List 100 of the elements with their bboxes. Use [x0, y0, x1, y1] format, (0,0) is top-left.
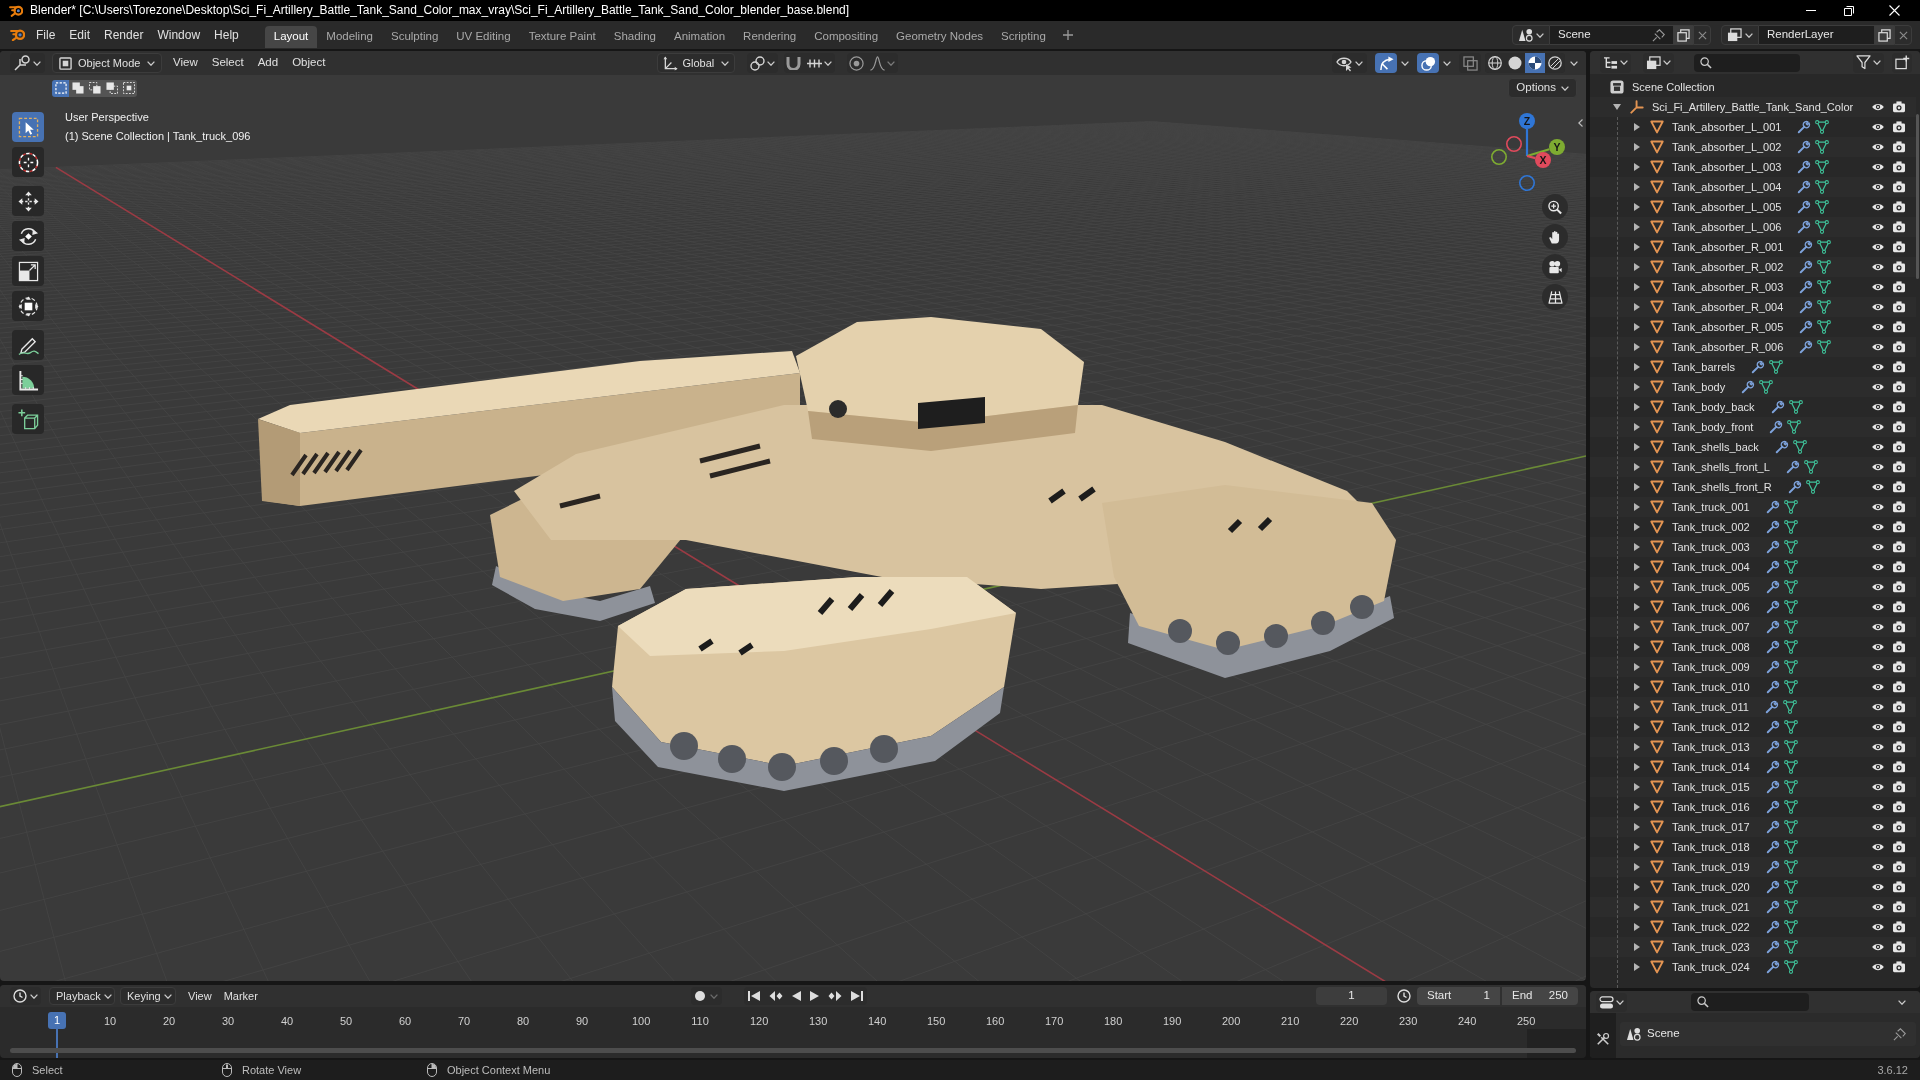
outliner-row[interactable]: Tank_body_front — [1590, 417, 1916, 437]
expand-arrow-icon[interactable] — [1634, 963, 1640, 971]
workspace-tab[interactable]: Shading — [604, 26, 665, 48]
eye-icon[interactable] — [1871, 462, 1885, 472]
view-layer-field[interactable]: RenderLayer — [1759, 25, 1874, 45]
outliner-row[interactable]: Tank_truck_015 — [1590, 777, 1916, 797]
eye-icon[interactable] — [1871, 862, 1885, 872]
expand-arrow-icon[interactable] — [1634, 243, 1640, 251]
mesh-vertices-icon[interactable] — [1817, 280, 1832, 294]
eye-icon[interactable] — [1871, 522, 1885, 532]
gizmos-button[interactable] — [1375, 53, 1397, 73]
wrench-icon[interactable] — [1774, 440, 1789, 454]
select-tool-button[interactable] — [12, 112, 44, 142]
search-field[interactable] — [1691, 993, 1809, 1011]
outliner-row[interactable]: Tank_absorber_L_002 — [1590, 137, 1916, 157]
expand-arrow-icon[interactable] — [1634, 763, 1640, 771]
close-icon[interactable] — [1889, 5, 1900, 16]
outliner-row[interactable]: Tank_truck_019 — [1590, 857, 1916, 877]
wrench-icon[interactable] — [1765, 660, 1780, 674]
wrench-icon[interactable] — [1765, 560, 1780, 574]
expand-arrow-icon[interactable] — [1634, 463, 1640, 471]
mesh-vertices-icon[interactable] — [1815, 180, 1830, 194]
wrench-icon[interactable] — [1765, 900, 1780, 914]
mesh-vertices-icon[interactable] — [1783, 660, 1798, 674]
camera-icon[interactable] — [1892, 681, 1906, 693]
camera-icon[interactable] — [1892, 721, 1906, 733]
wrench-icon[interactable] — [1785, 460, 1800, 474]
eye-icon[interactable] — [1871, 402, 1885, 412]
wrench-icon[interactable] — [1799, 320, 1814, 334]
shading-mode-button[interactable] — [1485, 53, 1505, 73]
mesh-vertices-icon[interactable] — [1769, 360, 1783, 374]
workspace-tab[interactable]: Modeling — [317, 26, 382, 48]
eye-icon[interactable] — [1871, 242, 1885, 252]
mesh-vertices-icon[interactable] — [1805, 480, 1820, 494]
filter-dropdown[interactable] — [1853, 52, 1884, 73]
menu-item[interactable]: File — [29, 25, 63, 45]
wrench-icon[interactable] — [1787, 480, 1802, 494]
wrench-icon[interactable] — [1765, 940, 1780, 954]
selection-mode-button[interactable] — [69, 79, 86, 97]
eye-icon[interactable] — [1871, 562, 1885, 572]
camera-icon[interactable] — [1892, 321, 1906, 333]
expand-arrow-icon[interactable] — [1634, 123, 1640, 131]
end-frame-field[interactable]: End 250 — [1502, 987, 1578, 1005]
menu-item[interactable]: Add — [250, 53, 286, 73]
eye-icon[interactable] — [1871, 762, 1885, 772]
timeline-scrollbar[interactable] — [10, 1048, 1576, 1053]
wrench-icon[interactable] — [1765, 840, 1780, 854]
eye-icon[interactable] — [1871, 662, 1885, 672]
expand-arrow-icon[interactable] — [1634, 783, 1640, 791]
mesh-vertices-icon[interactable] — [1783, 920, 1798, 934]
orientation-dropdown[interactable]: Global — [656, 53, 735, 73]
mesh-vertices-icon[interactable] — [1783, 500, 1798, 514]
eye-icon[interactable] — [1871, 262, 1885, 272]
mesh-vertices-icon[interactable] — [1783, 880, 1798, 894]
expand-arrow-icon[interactable] — [1634, 163, 1640, 171]
camera-icon[interactable] — [1892, 341, 1906, 353]
mesh-vertices-icon[interactable] — [1783, 760, 1798, 774]
camera-icon[interactable] — [1892, 521, 1906, 533]
camera-icon[interactable] — [1892, 441, 1906, 453]
workspace-tab[interactable]: Compositing — [805, 26, 888, 48]
view-layer-type-button[interactable] — [1721, 25, 1759, 45]
camera-icon[interactable] — [1892, 881, 1906, 893]
wrench-icon[interactable] — [1799, 240, 1814, 254]
camera-icon[interactable] — [1892, 701, 1906, 713]
mesh-vertices-icon[interactable] — [1759, 380, 1774, 394]
pin-icon[interactable] — [1893, 1027, 1906, 1041]
camera-icon[interactable] — [1892, 641, 1906, 653]
scene-unlink-button[interactable] — [1693, 25, 1711, 45]
eye-icon[interactable] — [1871, 502, 1885, 512]
mesh-vertices-icon[interactable] — [1783, 600, 1798, 614]
scene-copy-button[interactable] — [1673, 25, 1693, 45]
camera-icon[interactable] — [1892, 281, 1906, 293]
xray-button[interactable] — [1459, 53, 1481, 73]
wrench-icon[interactable] — [1797, 140, 1812, 154]
eye-icon[interactable] — [1871, 482, 1885, 492]
eye-icon[interactable] — [1871, 642, 1885, 652]
camera-icon[interactable] — [1892, 401, 1906, 413]
expand-arrow-icon[interactable] — [1634, 623, 1640, 631]
mesh-vertices-icon[interactable] — [1783, 940, 1798, 954]
rotate-tool-button[interactable] — [12, 221, 44, 251]
mesh-vertices-icon[interactable] — [1783, 900, 1798, 914]
eye-icon[interactable] — [1871, 802, 1885, 812]
workspace-tab[interactable]: Geometry Nodes — [887, 26, 993, 48]
expand-arrow-icon[interactable] — [1634, 863, 1640, 871]
menu-item[interactable]: Edit — [62, 25, 98, 45]
wrench-icon[interactable] — [1765, 880, 1780, 894]
plus-icon[interactable] — [1062, 30, 1073, 40]
mesh-vertices-icon[interactable] — [1783, 620, 1798, 634]
expand-arrow-icon[interactable] — [1634, 543, 1640, 551]
camera-icon[interactable] — [1892, 801, 1906, 813]
wrench-icon[interactable] — [1764, 700, 1779, 714]
editor-type-button[interactable] — [1600, 52, 1631, 73]
wrench-icon[interactable] — [1769, 420, 1784, 434]
mesh-vertices-icon[interactable] — [1783, 860, 1798, 874]
expand-arrow-icon[interactable] — [1634, 383, 1640, 391]
menu-item[interactable]: Help — [207, 25, 246, 45]
mesh-vertices-icon[interactable] — [1817, 320, 1832, 334]
wrench-icon[interactable] — [1799, 300, 1814, 314]
outliner-row[interactable]: Tank_truck_023 — [1590, 937, 1916, 957]
eye-icon[interactable] — [1871, 302, 1885, 312]
